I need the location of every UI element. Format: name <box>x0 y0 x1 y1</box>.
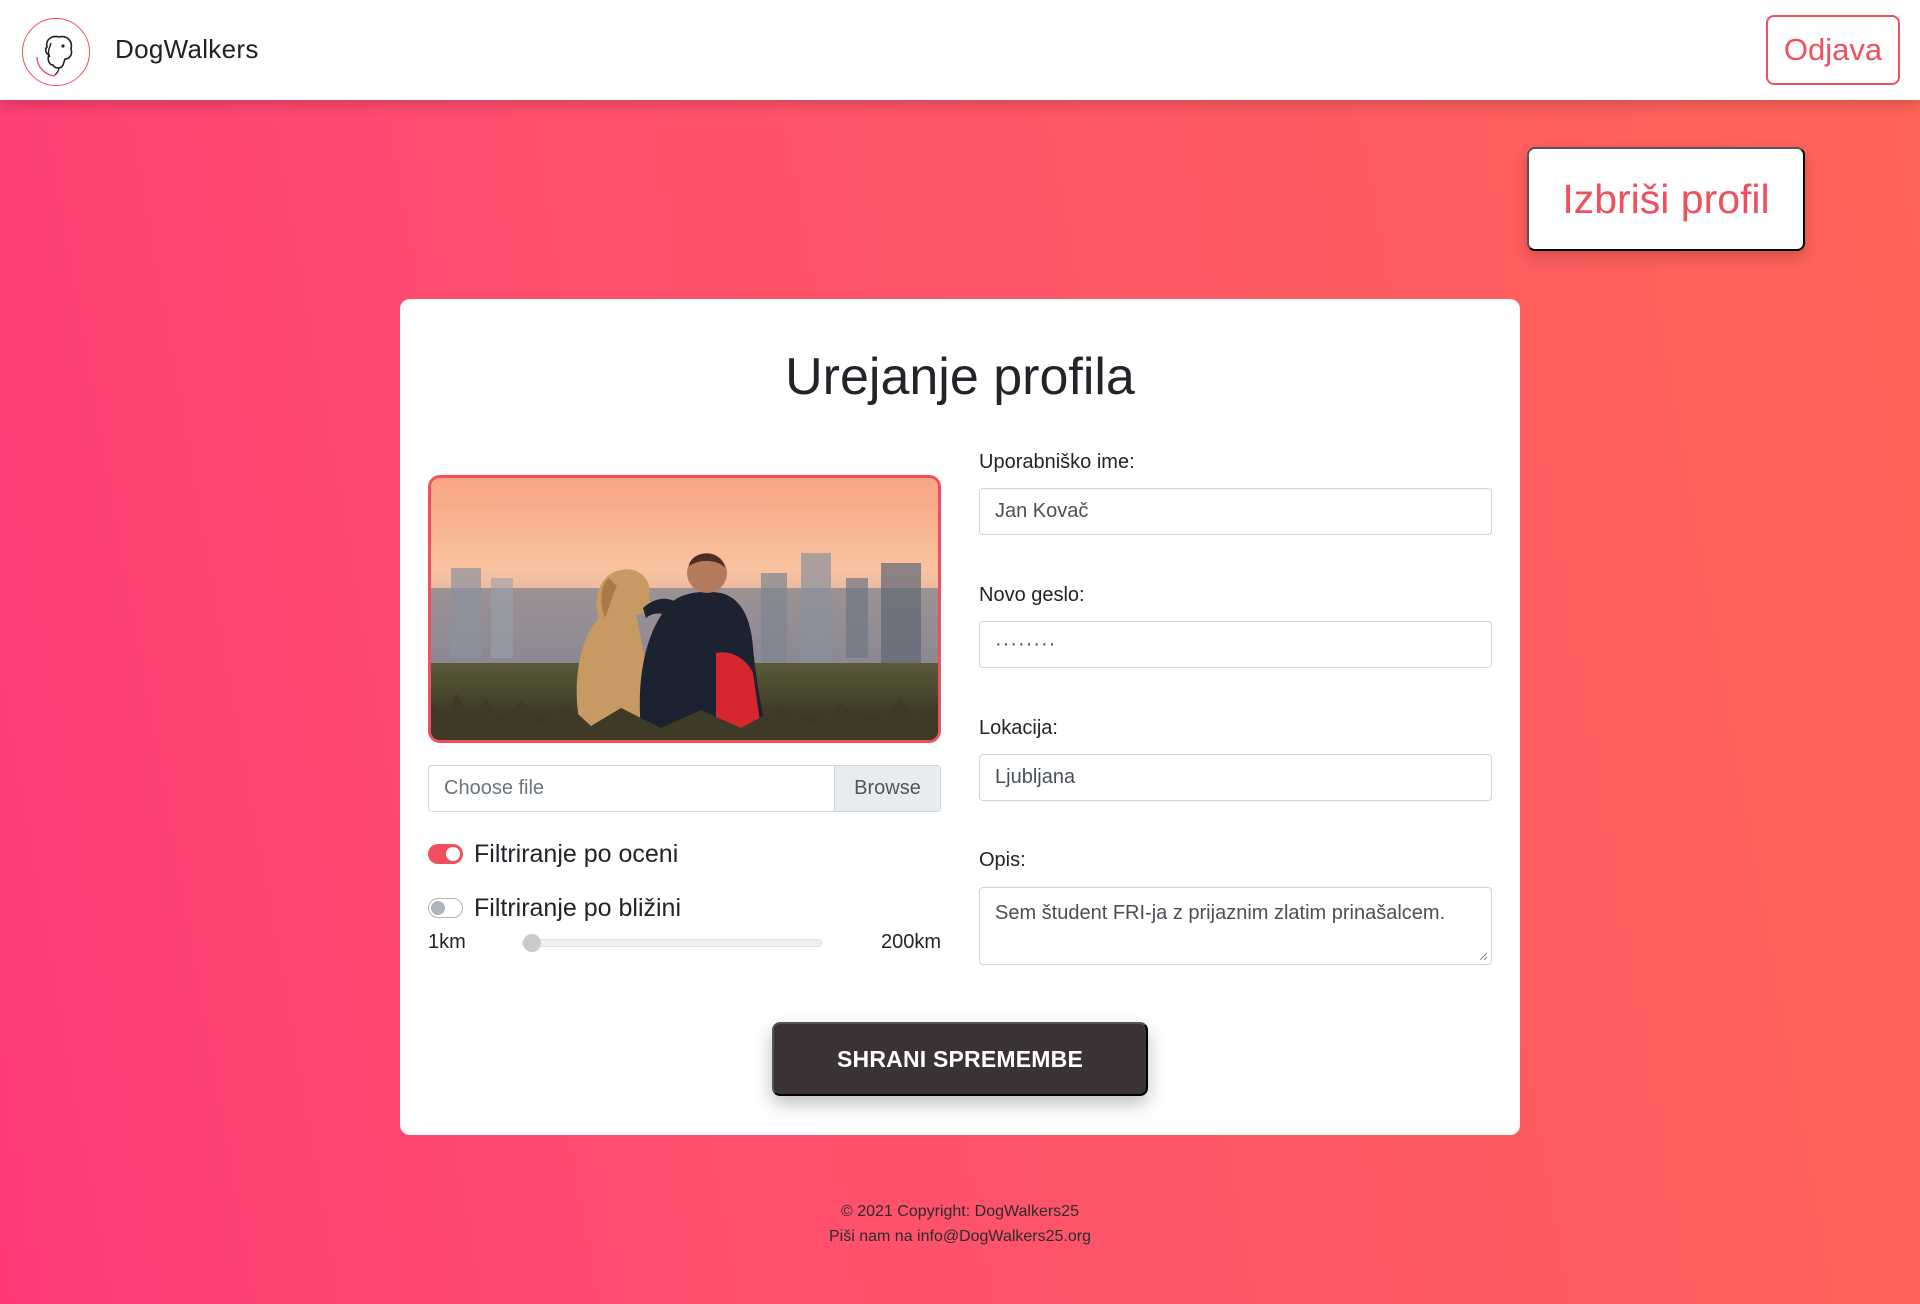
navbar: DogWalkers Odjava <box>0 0 1920 100</box>
username-label: Uporabniško ime: <box>979 451 1135 473</box>
toggle-knob <box>431 901 445 915</box>
brand-name[interactable]: DogWalkers <box>115 34 259 65</box>
rating-filter-toggle[interactable] <box>428 844 463 864</box>
footer: © 2021 Copyright: DogWalkers25 Piši nam … <box>0 1199 1920 1249</box>
file-input-placeholder[interactable]: Choose file <box>429 766 834 811</box>
description-text: Sem študent FRI-ja z prijaznim zlatim pr… <box>995 902 1446 924</box>
footer-contact: Piši nam na info@DogWalkers25.org <box>829 1228 1091 1245</box>
distance-filter-toggle-row[interactable]: Filtriranje po bližini <box>428 893 681 923</box>
footer-copyright: © 2021 Copyright: DogWalkers25 <box>841 1203 1079 1220</box>
toggle-knob <box>446 847 460 861</box>
save-changes-button[interactable]: SHRANI SPREMEMBE <box>772 1022 1148 1096</box>
password-label: Novo geslo: <box>979 584 1085 606</box>
username-field[interactable]: Jan Kovač <box>979 488 1492 535</box>
distance-filter-label: Filtriranje po bližini <box>474 893 682 922</box>
rating-filter-label: Filtriranje po oceni <box>474 839 679 868</box>
location-field[interactable]: Ljubljana <box>979 754 1492 801</box>
photo-file-input[interactable]: Choose file Browse <box>428 765 941 812</box>
dog-logo-icon[interactable] <box>22 18 90 86</box>
page-title: Urejanje profila <box>785 348 1135 406</box>
location-label: Lokacija: <box>979 717 1058 739</box>
distance-slider[interactable] <box>522 934 822 952</box>
profile-photo <box>428 475 941 743</box>
delete-profile-button[interactable]: Izbriši profil <box>1527 147 1805 251</box>
description-label: Opis: <box>979 849 1026 871</box>
profile-form-card: Urejanje profila Choose file Browse Filt… <box>400 299 1520 1135</box>
browse-button[interactable]: Browse <box>834 766 940 811</box>
description-textarea[interactable]: Sem študent FRI-ja z prijaznim zlatim pr… <box>979 887 1492 965</box>
range-max-label: 200km <box>880 931 941 953</box>
distance-filter-toggle[interactable] <box>428 898 463 918</box>
resize-grip-icon[interactable] <box>1478 951 1488 961</box>
logout-button[interactable]: Odjava <box>1766 15 1900 85</box>
slider-thumb[interactable] <box>523 934 541 952</box>
password-field[interactable]: ········ <box>979 621 1492 668</box>
distance-range: 1km 200km <box>428 931 941 955</box>
rating-filter-toggle-row[interactable]: Filtriranje po oceni <box>428 839 678 869</box>
range-min-label: 1km <box>428 931 466 953</box>
